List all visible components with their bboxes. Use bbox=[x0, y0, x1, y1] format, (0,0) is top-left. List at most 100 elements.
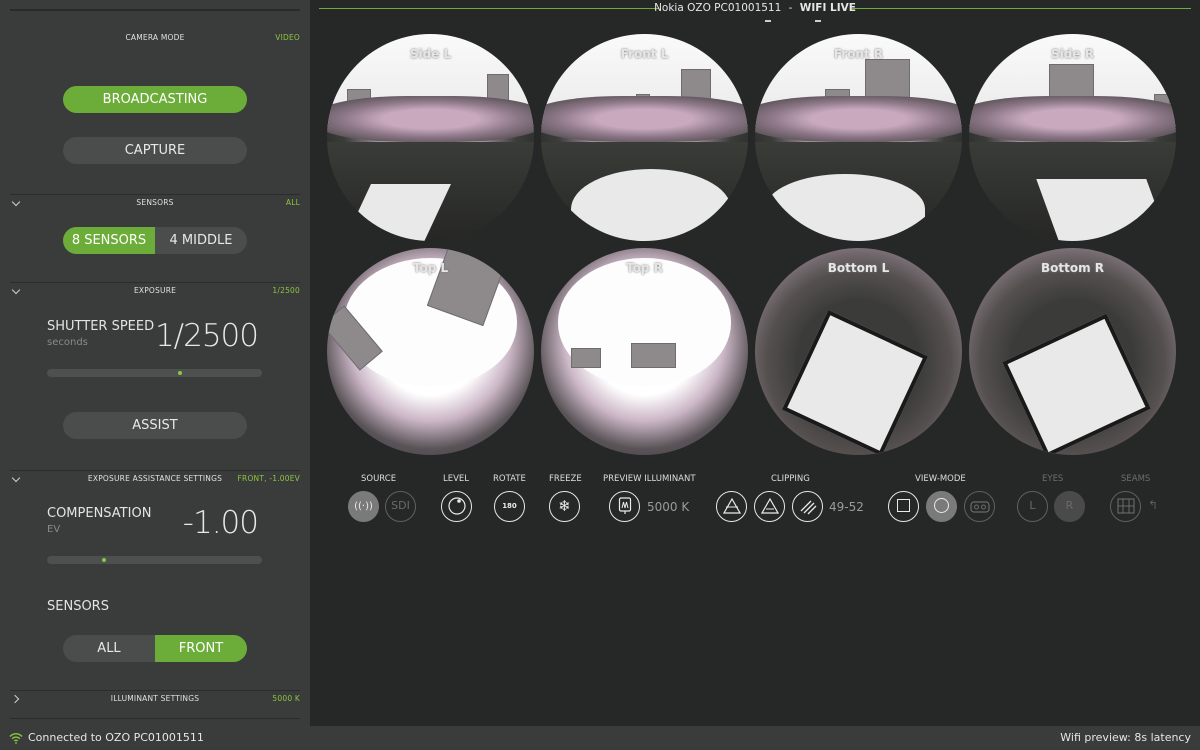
device-title: Nokia OZO PC01001511 - WIFI LIVE bbox=[310, 2, 1200, 14]
broadcast-icon: ((·)) bbox=[354, 501, 373, 512]
lens-view-bottom-r[interactable]: Bottom R bbox=[969, 248, 1176, 455]
capture-button[interactable]: CAPTURE bbox=[63, 137, 247, 164]
lens-view-top-l[interactable]: Top L bbox=[327, 248, 534, 455]
snowflake-icon: ❄ bbox=[558, 497, 571, 515]
triangle-low-icon bbox=[760, 497, 779, 514]
clipping-high-button[interactable] bbox=[716, 491, 747, 522]
circle-icon bbox=[934, 498, 949, 513]
lens-label: Top L bbox=[412, 261, 449, 275]
vr-headset-icon bbox=[969, 501, 990, 513]
rotate-label: ROTATE bbox=[493, 474, 526, 484]
title-separator: - bbox=[788, 2, 793, 14]
lens-label: Front L bbox=[620, 47, 669, 61]
sensors-value: ALL bbox=[285, 198, 300, 207]
illuminant-title: ILLUMINANT SETTINGS bbox=[110, 694, 200, 703]
freeze-button[interactable]: ❄ bbox=[549, 491, 580, 522]
all-sensors-option[interactable]: ALL bbox=[63, 635, 155, 662]
clipping-zebra-button[interactable] bbox=[792, 491, 823, 522]
divider bbox=[10, 718, 300, 719]
exposure-value: 1/2500 bbox=[272, 286, 300, 295]
lens-label: Front R bbox=[833, 47, 884, 61]
camera-mode-header: CAMERA MODE VIDEO bbox=[0, 33, 310, 47]
lens-view-top-r[interactable]: Top R bbox=[541, 248, 748, 455]
rotate-180-icon: 180 bbox=[502, 502, 517, 510]
rotate-button[interactable]: 180 bbox=[494, 491, 525, 522]
wifi-icon bbox=[9, 733, 23, 744]
shutter-speed-display: 1/2500 bbox=[154, 318, 259, 354]
status-bar: Connected to OZO PC01001511 Wifi preview… bbox=[0, 726, 1200, 750]
seams-button[interactable] bbox=[1110, 491, 1141, 522]
seams-grid-icon bbox=[1116, 498, 1135, 514]
lens-label: Top R bbox=[626, 261, 663, 275]
preview-area: Nokia OZO PC01001511 - WIFI LIVE Side L … bbox=[310, 0, 1200, 726]
app-window: CAMERA MODE VIDEO BROADCASTING CAPTURE S… bbox=[0, 0, 1200, 750]
lens-view-side-l[interactable]: Side L bbox=[327, 34, 534, 241]
triangle-high-icon bbox=[722, 497, 741, 514]
source-label: SOURCE bbox=[361, 474, 397, 484]
tick-mark bbox=[815, 20, 821, 22]
reset-seams-icon[interactable]: ↰ bbox=[1148, 498, 1158, 512]
device-name: Nokia OZO PC01001511 bbox=[654, 2, 782, 14]
compensation-slider[interactable] bbox=[47, 556, 262, 564]
illuminant-icon bbox=[618, 497, 631, 514]
divider bbox=[10, 690, 300, 691]
compensation-label: COMPENSATION bbox=[47, 506, 152, 521]
illuminant-value: 5000 K bbox=[272, 694, 300, 703]
level-button[interactable] bbox=[441, 491, 472, 522]
broadcasting-button[interactable]: BROADCASTING bbox=[63, 86, 247, 113]
sdi-source-button[interactable]: SDI bbox=[385, 491, 416, 522]
lens-view-bottom-l[interactable]: Bottom L bbox=[755, 248, 962, 455]
view-mode-flat-button[interactable] bbox=[888, 491, 919, 522]
illuminant-header[interactable]: ILLUMINANT SETTINGS 5000 K bbox=[0, 694, 310, 708]
lens-view-side-r[interactable]: Side R bbox=[969, 34, 1176, 241]
lens-label: Side L bbox=[409, 47, 452, 61]
control-sidebar: CAMERA MODE VIDEO BROADCASTING CAPTURE S… bbox=[0, 0, 310, 726]
compensation-unit: EV bbox=[47, 524, 61, 535]
wifi-source-button[interactable]: ((·)) bbox=[348, 491, 379, 522]
freeze-label: FREEZE bbox=[549, 474, 582, 484]
exposure-title: EXPOSURE bbox=[133, 286, 177, 295]
square-icon bbox=[897, 499, 910, 512]
assist-settings-header[interactable]: EXPOSURE ASSISTANCE SETTINGS FRONT, -1.0… bbox=[0, 473, 310, 488]
shutter-speed-slider[interactable] bbox=[47, 369, 262, 377]
tick-mark bbox=[765, 20, 771, 22]
slider-knob[interactable] bbox=[178, 371, 182, 375]
sensors-header[interactable]: SENSORS ALL bbox=[0, 197, 310, 212]
view-mode-fisheye-button[interactable] bbox=[926, 491, 957, 522]
left-eye-button[interactable]: L bbox=[1017, 491, 1048, 522]
lens-view-front-l[interactable]: Front L bbox=[541, 34, 748, 241]
divider bbox=[10, 282, 300, 283]
assist-sensors-label: SENSORS bbox=[47, 599, 109, 614]
lens-view-front-r[interactable]: Front R bbox=[755, 34, 962, 241]
clipping-value: 49-52 bbox=[829, 500, 864, 514]
compensation-display: -1.00 bbox=[182, 505, 259, 541]
zebra-icon bbox=[800, 500, 816, 515]
front-sensors-option[interactable]: FRONT bbox=[155, 635, 247, 662]
live-mode: WIFI LIVE bbox=[799, 2, 856, 14]
eyes-label: EYES bbox=[1042, 474, 1064, 484]
camera-mode-title: CAMERA MODE bbox=[125, 33, 185, 42]
preview-illuminant-button[interactable] bbox=[609, 491, 640, 522]
shutter-speed-unit: seconds bbox=[47, 337, 88, 348]
lens-label: Side R bbox=[1051, 47, 1094, 61]
right-eye-button[interactable]: R bbox=[1054, 491, 1085, 522]
view-mode-vr-button[interactable] bbox=[964, 491, 995, 522]
slider-knob[interactable] bbox=[102, 558, 106, 562]
assist-button[interactable]: ASSIST bbox=[63, 412, 247, 439]
illuminant-value: 5000 K bbox=[647, 500, 690, 514]
level-icon bbox=[447, 497, 466, 515]
clipping-label: CLIPPING bbox=[771, 474, 810, 484]
shutter-speed-label: SHUTTER SPEED bbox=[47, 319, 155, 334]
exposure-header[interactable]: EXPOSURE 1/2500 bbox=[0, 285, 310, 300]
level-label: LEVEL bbox=[443, 474, 470, 484]
clipping-low-button[interactable] bbox=[754, 491, 785, 522]
divider bbox=[10, 194, 300, 195]
divider bbox=[10, 470, 300, 471]
four-middle-option[interactable]: 4 MIDDLE bbox=[155, 227, 247, 254]
assist-settings-value: FRONT, -1.00EV bbox=[237, 474, 300, 483]
eight-sensors-option[interactable]: 8 SENSORS bbox=[63, 227, 155, 254]
sensors-segmented-control: 8 SENSORS 4 MIDDLE bbox=[63, 227, 247, 254]
camera-mode-value: VIDEO bbox=[275, 33, 300, 42]
sensors-title: SENSORS bbox=[136, 198, 174, 207]
lens-label: Bottom R bbox=[1040, 261, 1105, 275]
